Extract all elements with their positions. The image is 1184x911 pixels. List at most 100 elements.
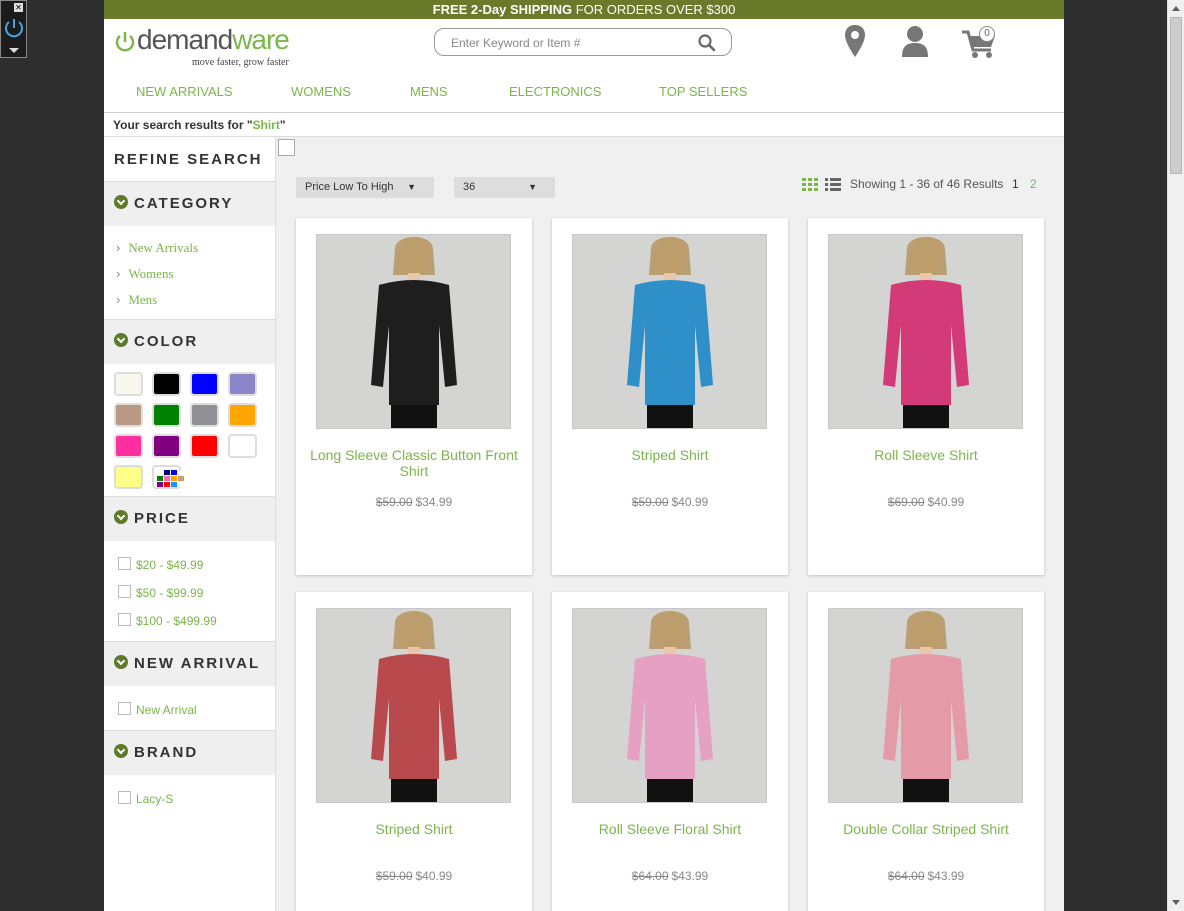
search-input[interactable] <box>449 35 683 51</box>
category-item-mens[interactable]: › Mens <box>116 287 275 313</box>
scroll-up-arrow-icon[interactable] <box>1172 6 1180 11</box>
product-name[interactable]: Double Collar Striped Shirt <box>818 821 1034 837</box>
price-option-label: $100 - $499.99 <box>136 614 217 628</box>
color-swatch[interactable] <box>114 403 143 427</box>
plugin-widget[interactable]: ✕ <box>0 0 27 58</box>
product-name[interactable]: Long Sleeve Classic Button Front Shirt <box>306 447 522 479</box>
logo-prefix: demand <box>137 24 233 55</box>
sort-select[interactable]: Price Low To High ▼ <box>296 177 434 198</box>
color-swatch[interactable] <box>114 434 143 458</box>
product-card[interactable]: Long Sleeve Classic Button Front Shirt $5… <box>296 218 532 575</box>
price-option-20-49[interactable]: $20 - $49.99 <box>118 551 275 579</box>
logo[interactable]: demandware move faster, grow faster <box>114 24 290 68</box>
checkbox[interactable] <box>118 613 131 627</box>
logo-power-icon <box>115 32 135 52</box>
product-image[interactable] <box>316 608 511 803</box>
per-page-select[interactable]: 36 ▼ <box>454 177 555 198</box>
page-2-link[interactable]: 2 <box>1030 177 1037 191</box>
search-box[interactable] <box>434 28 732 56</box>
scrollbar[interactable] <box>1167 0 1184 911</box>
category-item-new-arrivals[interactable]: › New Arrivals <box>116 235 275 261</box>
search-icon[interactable] <box>698 34 716 52</box>
nav-mens[interactable]: MENS <box>410 84 448 99</box>
brand-header[interactable]: BRAND <box>104 731 275 775</box>
product-image[interactable] <box>828 234 1023 429</box>
color-swatch[interactable] <box>228 403 257 427</box>
product-name[interactable]: Roll Sleeve Floral Shirt <box>562 821 778 837</box>
dropdown-arrow-icon: ▼ <box>407 182 416 192</box>
promo-bold-text: FREE 2-Day SHIPPING <box>432 2 573 17</box>
scroll-down-arrow-icon[interactable] <box>1172 900 1180 905</box>
new-arrival-header[interactable]: NEW ARRIVAL <box>104 642 275 686</box>
color-swatch[interactable] <box>190 434 219 458</box>
product-old-price: $59.00 <box>375 495 413 509</box>
product-sale-price: $40.99 <box>415 869 453 883</box>
color-swatch[interactable] <box>152 372 181 396</box>
product-old-price: $64.00 <box>631 869 669 883</box>
refine-sidebar: REFINE SEARCH CATEGORY › New Arrivals › Wo… <box>104 137 276 911</box>
chevron-down-icon <box>114 510 128 525</box>
chevron-down-icon <box>114 333 128 348</box>
category-header[interactable]: CATEGORY <box>104 182 275 226</box>
checkbox[interactable] <box>118 702 131 716</box>
product-name[interactable]: Roll Sleeve Shirt <box>818 447 1034 463</box>
color-swatch[interactable] <box>190 372 219 396</box>
checkbox[interactable] <box>118 585 131 599</box>
brand-label: BRAND <box>134 744 199 761</box>
product-old-price: $59.00 <box>375 869 413 883</box>
new-arrival-option-label: New Arrival <box>136 703 197 717</box>
product-image[interactable] <box>316 234 511 429</box>
product-name[interactable]: Striped Shirt <box>306 821 522 837</box>
product-card[interactable]: Striped Shirt $59.00 $40.99 <box>552 218 788 575</box>
product-card[interactable]: Roll Sleeve Floral Shirt $64.00 $43.99 <box>552 592 788 911</box>
color-swatch[interactable] <box>228 434 257 458</box>
color-header[interactable]: COLOR <box>104 320 275 364</box>
product-image[interactable] <box>572 234 767 429</box>
color-swatch[interactable] <box>228 372 257 396</box>
product-card[interactable]: Roll Sleeve Shirt $69.00 $40.99 <box>808 218 1044 575</box>
color-swatch[interactable] <box>152 403 181 427</box>
nav-womens[interactable]: WOMENS <box>291 84 351 99</box>
price-header[interactable]: PRICE <box>104 497 275 541</box>
new-arrival-label: NEW ARRIVAL <box>134 655 261 672</box>
list-view-icon[interactable] <box>825 178 842 191</box>
product-price: $64.00 $43.99 <box>552 869 788 883</box>
color-swatch[interactable] <box>114 372 143 396</box>
chevron-down-icon <box>114 655 128 670</box>
product-name[interactable]: Striped Shirt <box>562 447 778 463</box>
product-sale-price: $40.99 <box>927 495 965 509</box>
price-option-100-499[interactable]: $100 - $499.99 <box>118 607 275 635</box>
nav-new-arrivals[interactable]: NEW ARRIVALS <box>136 84 233 99</box>
checkbox[interactable] <box>118 557 131 571</box>
cart[interactable]: 0 <box>961 24 997 60</box>
nav-top-sellers[interactable]: TOP SELLERS <box>659 84 747 99</box>
product-sale-price: $40.99 <box>671 495 709 509</box>
brand-option-lacy-s[interactable]: Lacy-S <box>118 785 275 813</box>
product-card[interactable]: Double Collar Striped Shirt $64.00 $43.99 <box>808 592 1044 911</box>
dropdown-arrow-icon[interactable] <box>9 48 19 53</box>
category-item-label: Mens <box>128 292 158 307</box>
grid-view-icon[interactable] <box>802 178 818 191</box>
checkbox[interactable] <box>118 791 131 805</box>
product-card[interactable]: Striped Shirt $59.00 $40.99 <box>296 592 532 911</box>
product-image[interactable] <box>828 608 1023 803</box>
page-1-link[interactable]: 1 <box>1012 177 1019 191</box>
color-swatch-multi[interactable] <box>152 465 184 489</box>
product-old-price: $69.00 <box>887 495 925 509</box>
account-icon[interactable] <box>901 24 929 58</box>
color-swatch[interactable] <box>190 403 219 427</box>
nav-electronics[interactable]: ELECTRONICS <box>509 84 601 99</box>
color-swatch[interactable] <box>114 465 143 489</box>
power-icon[interactable] <box>3 17 25 39</box>
color-swatch[interactable] <box>152 434 181 458</box>
price-option-50-99[interactable]: $50 - $99.99 <box>118 579 275 607</box>
product-old-price: $64.00 <box>887 869 925 883</box>
location-pin-icon[interactable] <box>844 24 866 58</box>
scrollbar-thumb[interactable] <box>1170 17 1182 174</box>
close-icon[interactable]: ✕ <box>14 3 23 12</box>
new-arrival-option[interactable]: New Arrival <box>118 696 275 724</box>
category-item-womens[interactable]: › Womens <box>116 261 275 287</box>
product-image[interactable] <box>572 608 767 803</box>
logo-suffix: ware <box>232 24 290 55</box>
product-sale-price: $43.99 <box>927 869 965 883</box>
